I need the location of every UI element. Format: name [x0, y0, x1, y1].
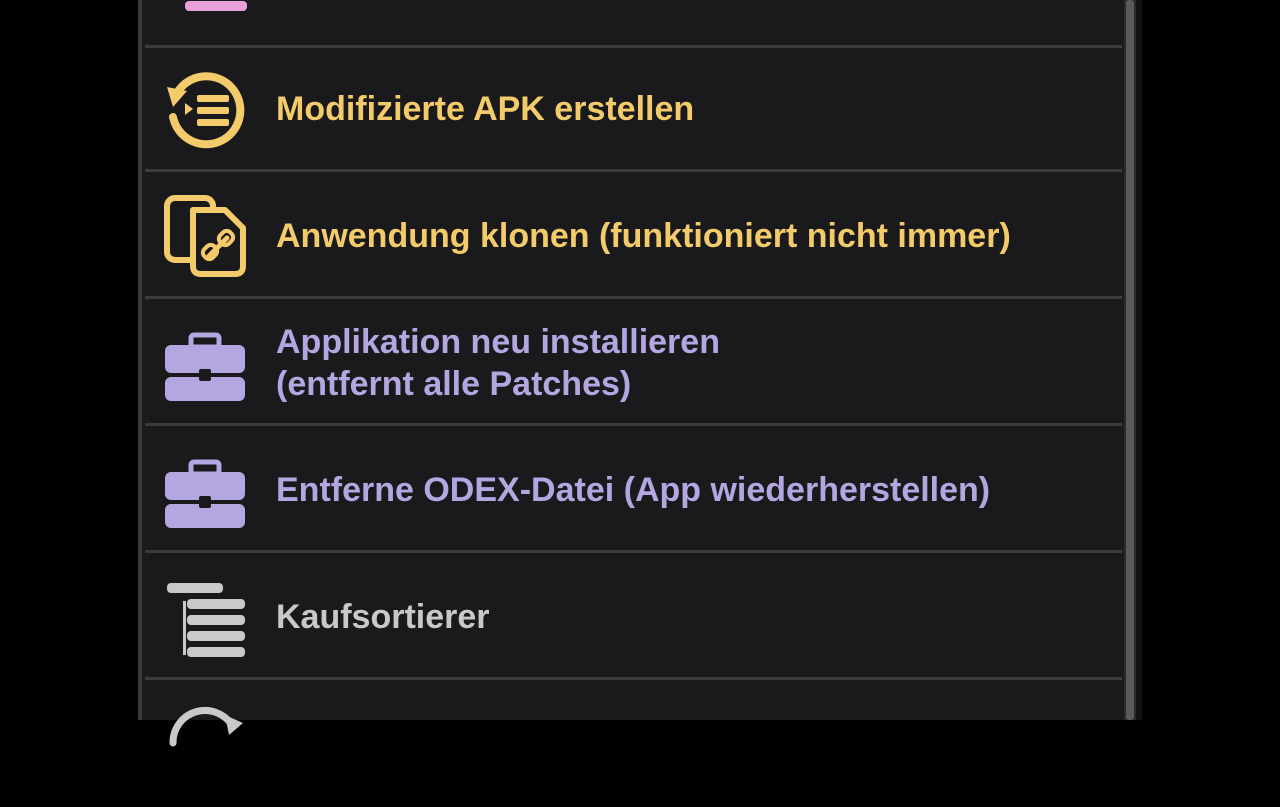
toolbox-icon: [163, 321, 247, 405]
menu-item-label: Anwendung klonen (funktioniert nicht imm…: [276, 216, 1011, 255]
menu-item-reinstall-app[interactable]: Applikation neu installieren (entfernt a…: [145, 302, 1122, 426]
menu-item-label: Applikation neu installieren (entfernt a…: [276, 321, 720, 405]
menu-item-label-line2: (entfernt alle Patches): [276, 364, 632, 403]
menu-item-create-modified-apk[interactable]: Modifizierte APK erstellen: [145, 48, 1122, 172]
menu-item-purchase-sorter[interactable]: Kaufsortierer: [145, 556, 1122, 680]
sort-bars-icon: [163, 575, 247, 659]
screen-bezel-right: [1136, 0, 1142, 720]
menu-item-remove-odex[interactable]: Entferne ODEX-Datei (App wiederherstelle…: [145, 429, 1122, 553]
menu-item-label: Kaufsortierer: [276, 597, 490, 636]
menu-item-clone-app[interactable]: Anwendung klonen (funktioniert nicht imm…: [145, 175, 1122, 299]
menu-item-label: Entferne ODEX-Datei (App wiederherstelle…: [276, 470, 991, 509]
rebuild-list-icon: [163, 67, 247, 151]
toolbox-icon: [163, 448, 247, 532]
menu-item-partial-bottom[interactable]: [145, 683, 1122, 807]
menu-item-label-line1: Applikation neu installieren: [276, 322, 720, 361]
menu-item-label: Modifizierte APK erstellen: [276, 89, 695, 128]
menu-list: Modifizierte APK erstellen Anwendung klo…: [145, 0, 1122, 747]
clone-files-link-icon: [163, 194, 247, 278]
scrollbar[interactable]: [1126, 0, 1134, 720]
refresh-icon: [163, 703, 247, 787]
sort-bars-pink-icon: [163, 0, 247, 27]
screen-edge-left: [138, 0, 142, 720]
menu-item-partial-top[interactable]: [145, 0, 1122, 48]
